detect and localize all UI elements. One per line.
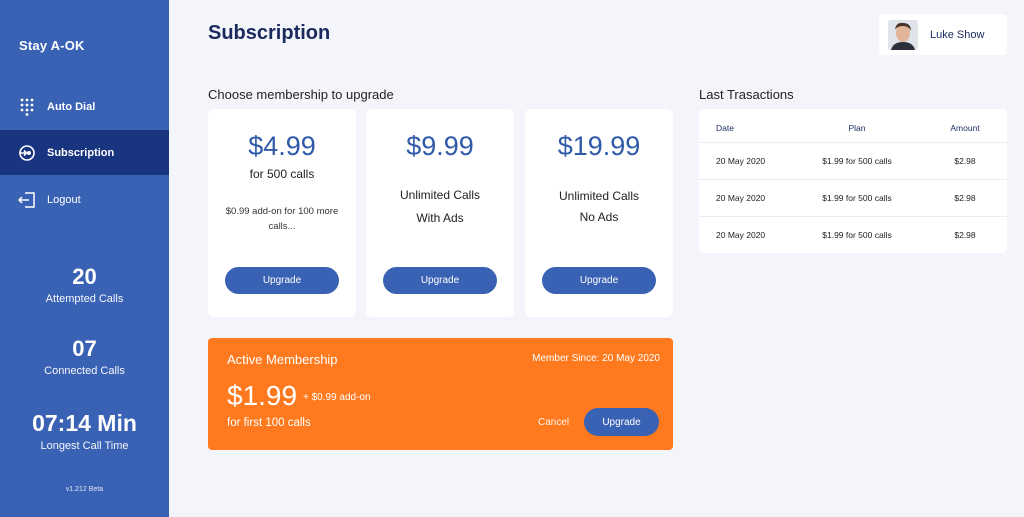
upgrade-button[interactable]: Upgrade: [542, 267, 656, 294]
active-price: $1.99: [227, 380, 298, 411]
plan-description: for 500 calls: [249, 167, 315, 181]
plan-card: $9.99 Unlimited Calls With Ads Upgrade: [366, 109, 514, 317]
transactions-heading: Last Trasactions: [699, 87, 794, 102]
cell-date: 20 May 2020: [716, 156, 766, 166]
cell-date: 20 May 2020: [716, 193, 766, 203]
nav-item-auto-dial[interactable]: Auto Dial: [0, 84, 169, 129]
stat-caption: Connected Calls: [44, 365, 125, 377]
version-label: v1.212 Beta: [65, 486, 104, 493]
nav-label: Auto Dial: [47, 100, 96, 113]
active-membership-title: Active Membership: [227, 352, 338, 367]
active-membership-card: Active Membership Member Since: 20 May 2…: [208, 338, 673, 450]
nav-label: Logout: [47, 193, 81, 206]
plan-price: $19.99: [557, 131, 641, 161]
cell-plan: $1.99 for 500 calls: [822, 230, 892, 240]
logout-icon: [18, 191, 36, 209]
plan-description-secondary: No Ads: [579, 210, 619, 224]
column-header-amount: Amount: [950, 122, 980, 133]
page-title: Subscription: [208, 22, 331, 44]
table-row: 20 May 2020 $1.99 for 500 calls $2.98: [699, 216, 1007, 253]
cell-plan: $1.99 for 500 calls: [822, 156, 892, 166]
column-header-date: Date: [716, 122, 734, 133]
plans-heading: Choose membership to upgrade: [208, 87, 394, 102]
upgrade-button[interactable]: Upgrade: [383, 267, 497, 294]
plan-description-secondary: With Ads: [416, 211, 464, 225]
active-calls: for first 100 calls: [227, 417, 311, 429]
brand-name: Stay A-OK: [19, 38, 85, 53]
plan-description: Unlimited Calls: [558, 189, 640, 203]
plan-price: $4.99: [248, 131, 316, 161]
active-upgrade-button[interactable]: Upgrade: [584, 408, 659, 436]
cell-amount: $2.98: [954, 230, 976, 240]
cell-plan: $1.99 for 500 calls: [822, 193, 892, 203]
upgrade-button[interactable]: Upgrade: [225, 267, 339, 294]
cell-amount: $2.98: [954, 156, 976, 166]
cell-date: 20 May 2020: [716, 230, 766, 240]
column-header-plan: Plan: [848, 122, 866, 133]
plan-price: $9.99: [406, 131, 474, 161]
stat-value: 20: [72, 264, 97, 289]
sidebar: Stay A-OK Auto Dial Subscription Logout …: [0, 0, 169, 517]
transactions-table: Date Plan Amount 20 May 2020 $1.99 for 5…: [699, 109, 1007, 253]
stat-caption: Attempted Calls: [45, 293, 124, 305]
nav-label: Subscription: [47, 146, 115, 159]
nav-item-subscription[interactable]: Subscription: [0, 130, 169, 175]
stat-attempted-calls: 20 Attempted Calls: [0, 264, 169, 305]
cancel-button[interactable]: Cancel: [538, 417, 569, 428]
stat-caption: Longest Call Time: [40, 440, 129, 452]
table-row: 20 May 2020 $1.99 for 500 calls $2.98: [699, 179, 1007, 216]
stat-connected-calls: 07 Connected Calls: [0, 336, 169, 377]
user-name: Luke Show: [930, 28, 985, 41]
plan-card: $19.99 Unlimited Calls No Ads Upgrade: [525, 109, 673, 317]
active-addon: + $0.99 add-on: [303, 392, 371, 403]
nav-item-logout[interactable]: Logout: [0, 177, 169, 222]
dialpad-icon: [18, 98, 36, 116]
table-header: Date Plan Amount: [699, 109, 1007, 146]
plan-note: $0.99 add-on for 100 more calls...: [225, 206, 339, 232]
cell-amount: $2.98: [954, 193, 976, 203]
table-row: 20 May 2020 $1.99 for 500 calls $2.98: [699, 142, 1007, 179]
stat-value: 07:14 Min: [32, 410, 137, 436]
member-since: Member Since: 20 May 2020: [532, 353, 660, 364]
stat-value: 07: [72, 336, 97, 361]
stat-longest-call: 07:14 Min Longest Call Time: [0, 410, 169, 452]
avatar: [888, 19, 918, 50]
plan-card: $4.99 for 500 calls $0.99 add-on for 100…: [208, 109, 356, 317]
user-profile-chip[interactable]: Luke Show: [879, 14, 1007, 55]
subscription-icon: [18, 144, 36, 162]
plan-description: Unlimited Calls: [399, 188, 481, 202]
